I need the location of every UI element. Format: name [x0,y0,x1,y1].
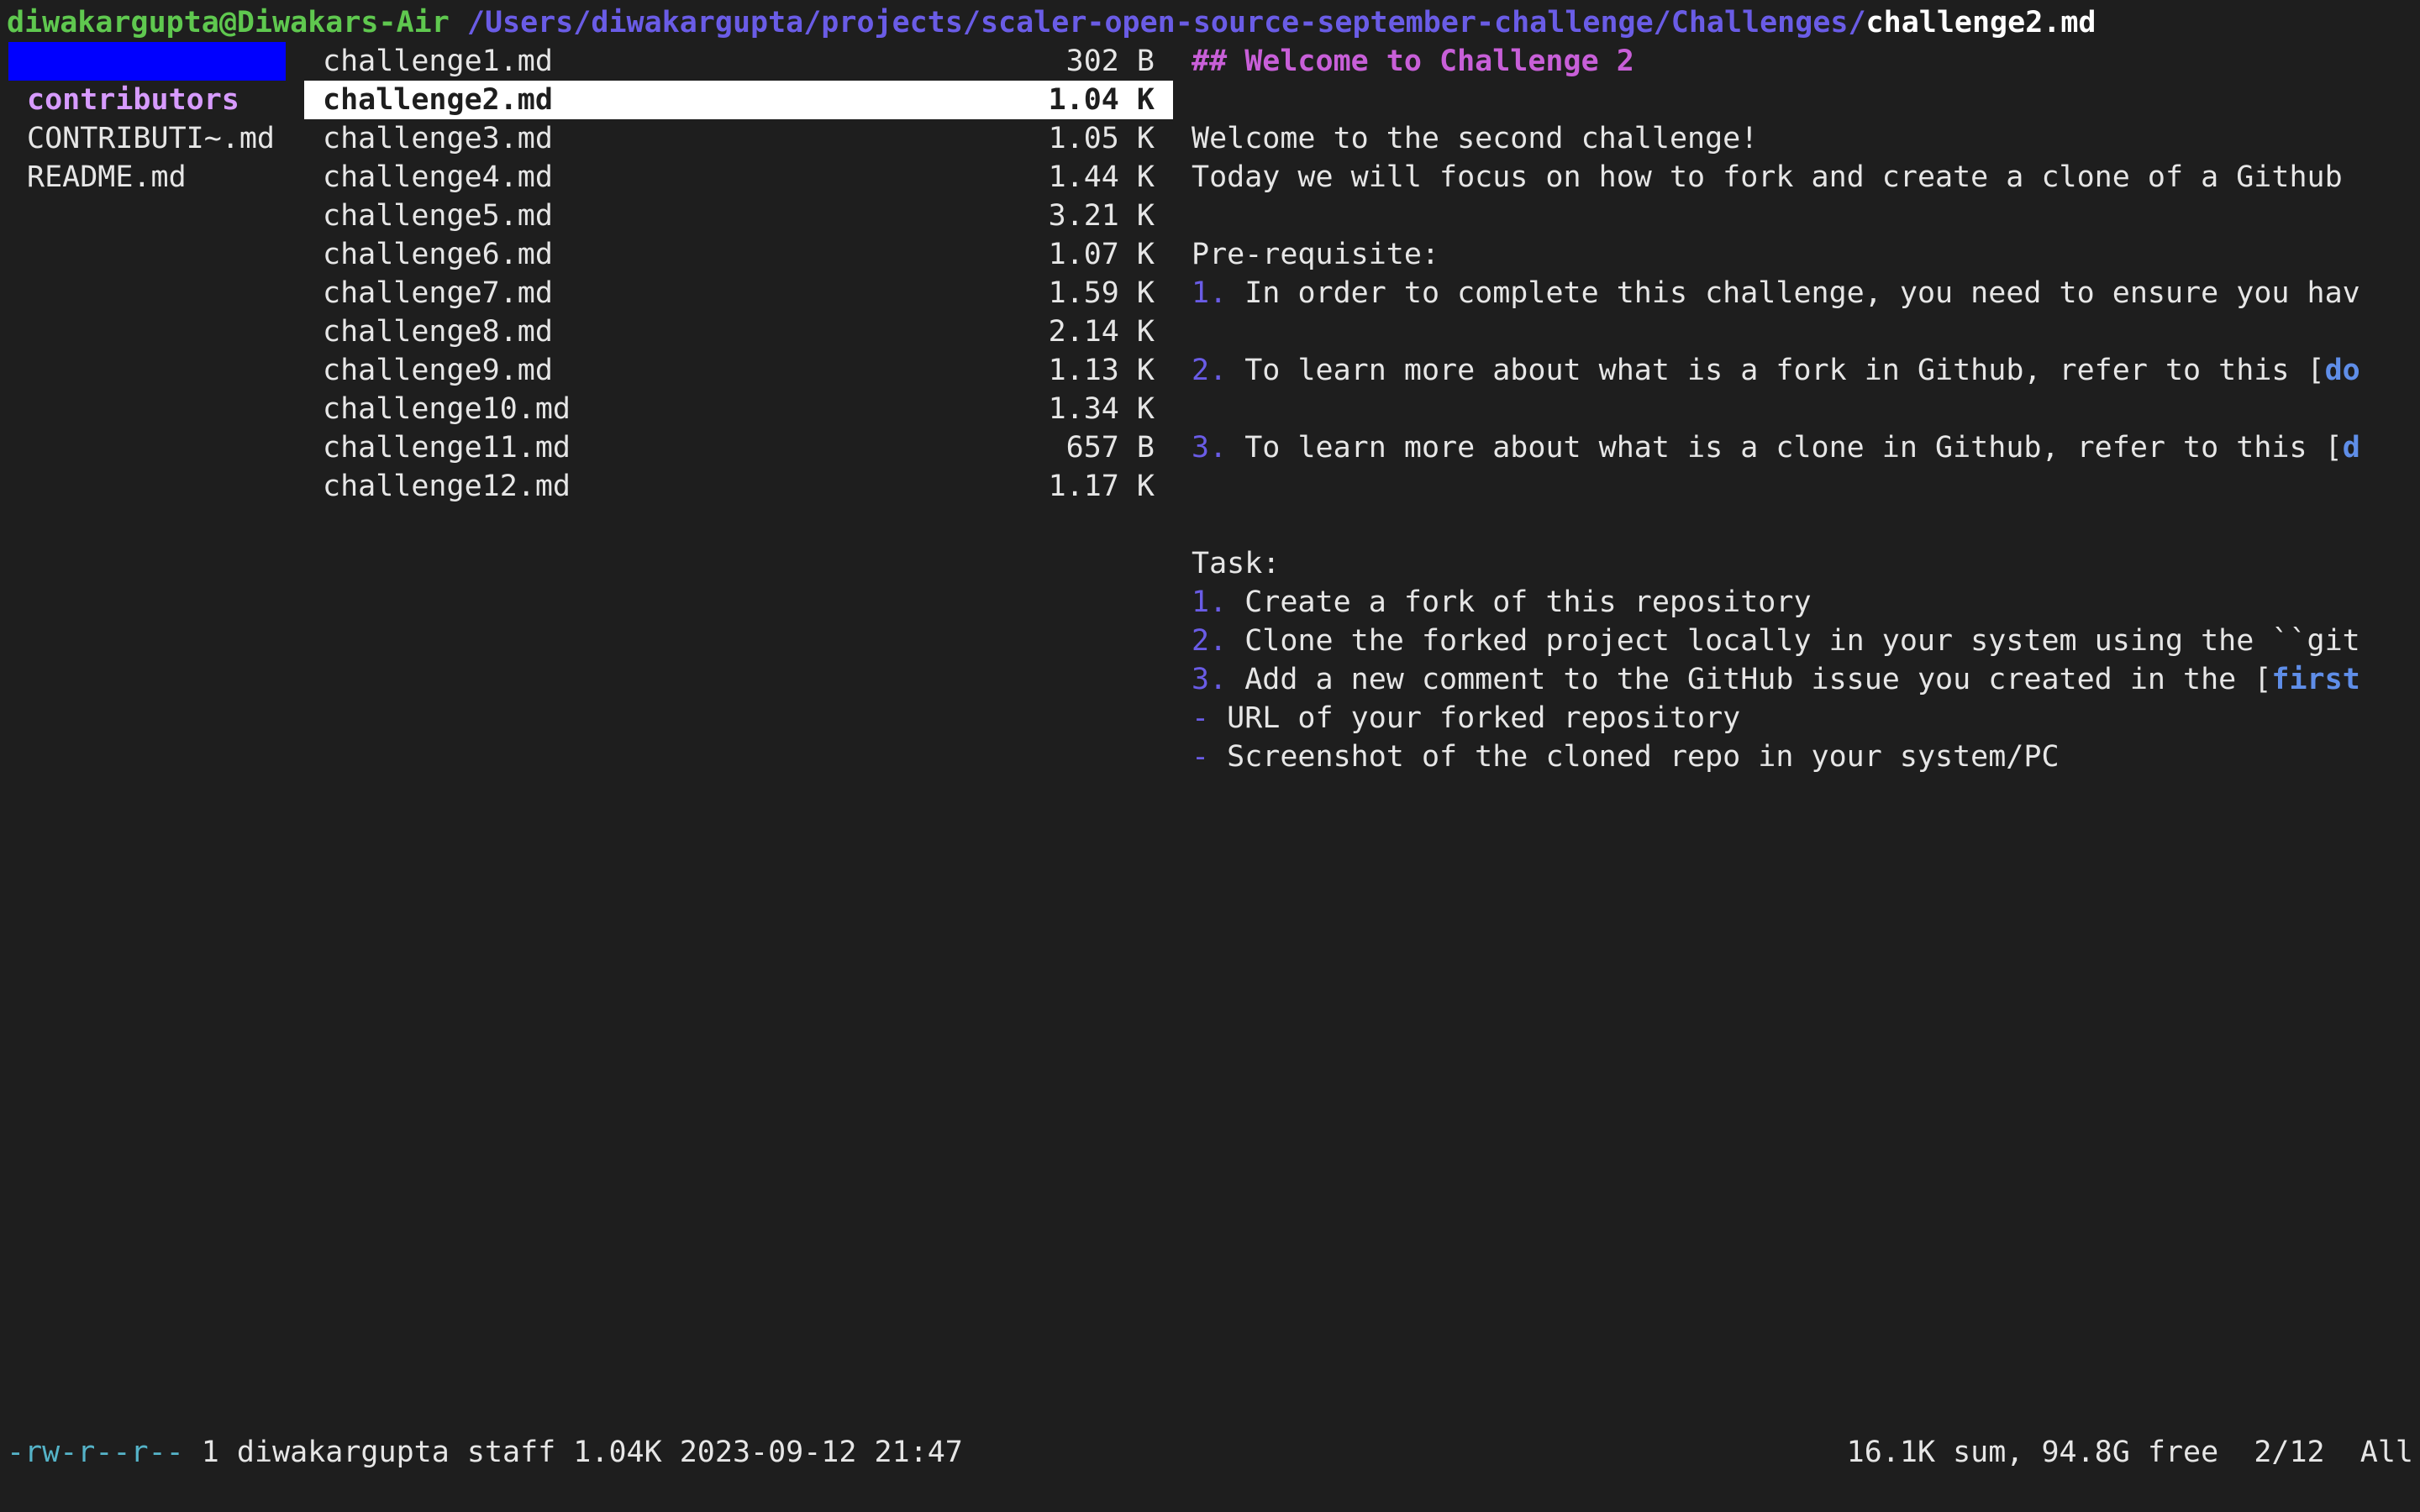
file-row-selected[interactable]: challenge2.md 1.04 K [304,81,1173,119]
list-text: Add a new comment to the GitHub issue yo… [1227,663,2272,696]
file-size: 1.17 K [1048,470,1155,503]
disk-summary: 16.1K sum, 94.8G free [1846,1436,2219,1469]
file-size: 1.13 K [1048,354,1155,387]
file-name: challenge5.md [323,199,553,233]
file-name: challenge6.md [323,238,553,271]
file-row[interactable]: challenge10.md 1.34 K [304,390,1173,428]
list-text: Create a fork of this repository [1227,585,1812,619]
list-link: do [2324,354,2360,387]
cursor-position: 2/12 [2254,1436,2325,1469]
file-name: challenge8.md [323,315,553,349]
preview-heading: ## Welcome to Challenge 2 [1192,45,1634,78]
file-name: challenge1.md [323,45,553,78]
file-size: 302 B [1065,45,1155,78]
file-size: 1.44 K [1048,160,1155,194]
file-row[interactable]: challenge7.md 1.59 K [304,274,1173,312]
file-details: 1 diwakargupta staff 1.04K 2023-09-12 21… [183,1436,963,1469]
file-size: 1.05 K [1048,122,1155,155]
file-size: 2.14 K [1048,315,1155,349]
prereq-item: 3. To learn more about what is a clone i… [1192,428,2420,467]
file-size: 1.07 K [1048,238,1155,271]
list-text: Clone the forked project locally in your… [1227,624,2360,658]
task-item: 1. Create a fork of this repository [1192,583,2420,622]
list-link: d [2342,431,2360,465]
preview-pane: ## Welcome to Challenge 2 Welcome to the… [1192,42,2420,776]
file-permissions: -rw-r--r-- [7,1436,184,1469]
task-label: Task: [1192,547,1281,580]
file-size: 1.59 K [1048,276,1155,310]
prereq-label: Pre-requisite: [1192,238,1440,271]
list-number: 1. [1192,276,1228,310]
file-name: challenge11.md [323,431,571,465]
file-name: challenge10.md [323,392,571,426]
status-file-info: -rw-r--r-- 1 diwakargupta staff 1.04K 20… [7,1433,963,1472]
file-name: challenge3.md [323,122,553,155]
bullet-item: - URL of your forked repository [1192,699,2420,738]
file-size: 3.21 K [1048,199,1155,233]
file-size: 1.34 K [1048,392,1155,426]
task-item: 2. Clone the forked project locally in y… [1192,622,2420,660]
list-number: 2. [1192,624,1228,658]
bullet-item: - Screenshot of the cloned repo in your … [1192,738,2420,776]
bullet-dash: - [1192,740,1210,774]
list-text: To learn more about what is a fork in Gi… [1227,354,2325,387]
parent-item-readme[interactable]: README.md [8,158,286,197]
file-name: challenge2.md [323,83,553,117]
list-text: In order to complete this challenge, you… [1227,276,2360,310]
file-name: challenge7.md [323,276,553,310]
title-bar: diwakargupta@Diwakars-Air /Users/diwakar… [7,3,2096,42]
bullet-dash: - [1192,701,1210,735]
file-row[interactable]: challenge1.md 302 B [304,42,1173,81]
file-row[interactable]: challenge5.md 3.21 K [304,197,1173,235]
file-row[interactable]: challenge9.md 1.13 K [304,351,1173,390]
file-column: challenge1.md 302 B challenge2.md 1.04 K c… [304,42,1173,506]
file-name: challenge4.md [323,160,553,194]
prereq-item: 1. In order to complete this challenge, … [1192,274,2420,312]
parent-column: Challenges contributors CONTRIBUTI~.md R… [8,42,286,197]
file-row[interactable]: challenge8.md 2.14 K [304,312,1173,351]
parent-item-contributors[interactable]: contributors [8,81,286,119]
file-size: 657 B [1065,431,1155,465]
file-row[interactable]: challenge6.md 1.07 K [304,235,1173,274]
scroll-indicator: All [2360,1436,2413,1469]
prereq-item: 2. To learn more about what is a fork in… [1192,351,2420,390]
file-row[interactable]: challenge12.md 1.17 K [304,467,1173,506]
bullet-text: URL of your forked repository [1209,701,1741,735]
list-link: first [2271,663,2360,696]
list-number: 2. [1192,354,1228,387]
current-file: challenge2.md [1865,6,2096,39]
current-path: /Users/diwakargupta/projects/scaler-open… [466,6,1866,39]
bullet-text: Screenshot of the cloned repo in your sy… [1209,740,2060,774]
list-text: To learn more about what is a clone in G… [1227,431,2343,465]
preview-welcome: Welcome to the second challenge! [1192,122,1759,155]
list-number: 1. [1192,585,1228,619]
file-name: challenge9.md [323,354,553,387]
parent-item-contributing[interactable]: CONTRIBUTI~.md [8,119,286,158]
list-number: 3. [1192,431,1228,465]
file-row[interactable]: challenge3.md 1.05 K [304,119,1173,158]
task-item: 3. Add a new comment to the GitHub issue… [1192,660,2420,699]
file-row[interactable]: challenge4.md 1.44 K [304,158,1173,197]
preview-focus: Today we will focus on how to fork and c… [1192,160,2343,194]
list-number: 3. [1192,663,1228,696]
file-size: 1.04 K [1048,83,1155,117]
parent-item-challenges[interactable]: Challenges [8,42,286,81]
file-name: challenge12.md [323,470,571,503]
user-host: diwakargupta@Diwakars-Air [7,6,450,39]
file-row[interactable]: challenge11.md 657 B [304,428,1173,467]
status-summary: 16.1K sum, 94.8G free 2/12 All [1847,1433,2413,1472]
